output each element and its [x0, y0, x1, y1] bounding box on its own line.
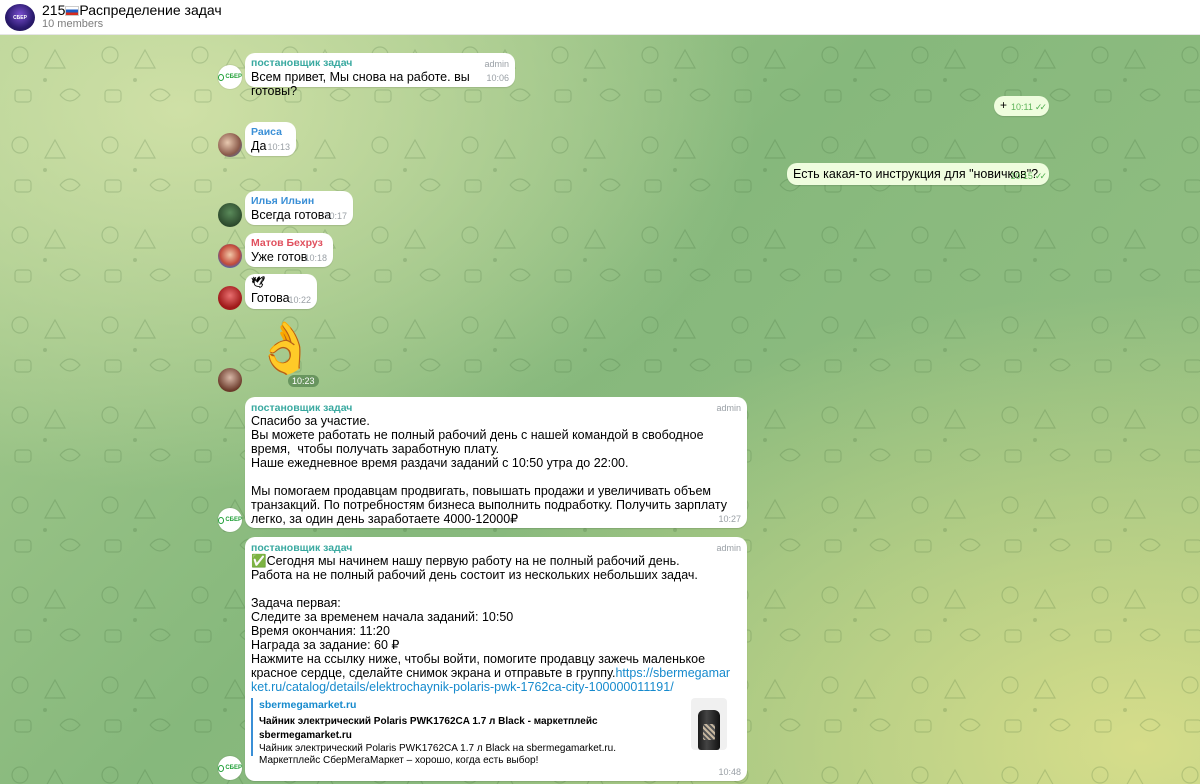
- message-time-text: 10:15: [1010, 171, 1033, 181]
- sender-avatar[interactable]: [218, 286, 242, 310]
- admin-badge: admin: [484, 59, 509, 69]
- message-bubble[interactable]: постановщик задач admin ✅Сегодня мы начи…: [245, 537, 747, 781]
- message-time: 10:06: [486, 73, 509, 83]
- sender-name[interactable]: постановщик задач: [251, 402, 352, 414]
- preview-site[interactable]: sbermegamarket.ru: [259, 698, 731, 712]
- sender-avatar[interactable]: [218, 244, 242, 268]
- message-text: Всем привет, Мы снова на работе. вы гото…: [251, 70, 474, 98]
- message-bubble[interactable]: постановщик задач admin Спасибо за участ…: [245, 397, 747, 528]
- admin-badge: admin: [716, 403, 741, 413]
- message-text: +: [1000, 98, 1008, 112]
- sender-avatar[interactable]: СБЕР: [218, 65, 242, 89]
- chat-header[interactable]: СБЕР 215 Распределение задач 10 members: [0, 0, 1200, 35]
- chat-title: 215 Распределение задач: [42, 2, 222, 18]
- link-preview[interactable]: sbermegamarket.ru Чайник электрический P…: [251, 698, 731, 766]
- message-body: ✅Сегодня мы начинем нашу первую работу н…: [251, 554, 731, 766]
- sender-avatar[interactable]: СБЕР: [218, 756, 242, 780]
- read-ticks-icon: ✓✓: [1034, 171, 1047, 181]
- message-time: 10:27: [718, 514, 741, 524]
- admin-badge: admin: [716, 543, 741, 553]
- message-time: 10:15 ✓✓: [1010, 169, 1047, 183]
- message-time: 10:48: [718, 767, 741, 777]
- sender-name[interactable]: Матов Бехруз: [251, 237, 323, 249]
- sender-name[interactable]: 🕊: [251, 277, 265, 289]
- message-bubble[interactable]: 🕊 Готова 10:22: [245, 274, 317, 309]
- message-bubble[interactable]: Матов Бехруз Уже готов 10:18: [245, 233, 333, 267]
- message-time: 10:11 ✓✓: [1011, 100, 1047, 114]
- preview-title: Чайник электрический Polaris PWK1762CA 1…: [259, 716, 598, 741]
- message-time: 10:22: [288, 295, 311, 305]
- message-bubble[interactable]: Илья Ильин Всегда готова 10:17: [245, 191, 353, 225]
- message-text: Да: [251, 139, 267, 153]
- chat-title-prefix: 215: [42, 2, 66, 18]
- outgoing-message-bubble[interactable]: + 10:11 ✓✓: [994, 96, 1049, 116]
- sender-avatar[interactable]: [218, 133, 242, 157]
- message-text: Есть какая-то инструкция для "новичков"?: [793, 167, 1039, 181]
- kettle-product-image[interactable]: [691, 698, 727, 750]
- message-time: 10:17: [324, 211, 347, 221]
- member-count: 10 members: [42, 18, 104, 30]
- sender-avatar[interactable]: [218, 368, 242, 392]
- sender-avatar[interactable]: СБЕР: [218, 508, 242, 532]
- message-time-text: 10:11: [1011, 102, 1033, 112]
- message-time: 10:13: [267, 142, 290, 152]
- sender-name[interactable]: Раиса: [251, 126, 282, 138]
- sender-name[interactable]: постановщик задач: [251, 57, 352, 69]
- preview-description: Чайник электрический Polaris PWK1762CA 1…: [259, 743, 617, 766]
- message-bubble[interactable]: постановщик задач admin Всем привет, Мы …: [245, 53, 515, 98]
- russian-flag-icon: [65, 6, 80, 16]
- group-avatar-text: СБЕР: [13, 14, 27, 21]
- sender-name[interactable]: постановщик задач: [251, 542, 352, 554]
- chat-title-text: Распределение задач: [79, 2, 222, 18]
- message-time: 10:23: [288, 375, 319, 387]
- message-text: Готова: [251, 291, 290, 305]
- sender-name[interactable]: Илья Ильин: [251, 195, 314, 207]
- sender-avatar[interactable]: [218, 203, 242, 227]
- message-bubble[interactable]: Раиса Да 10:13: [245, 122, 296, 156]
- outgoing-message-bubble[interactable]: Есть какая-то инструкция для "новичков"?…: [787, 163, 1049, 185]
- read-ticks-icon: ✓✓: [1034, 102, 1047, 112]
- message-time: 10:18: [304, 253, 327, 263]
- message-text: ✅Сегодня мы начинем нашу первую работу н…: [251, 554, 706, 680]
- group-avatar[interactable]: СБЕР: [5, 4, 35, 31]
- message-text: Всегда готова: [251, 208, 332, 222]
- message-text: Уже готов: [251, 250, 308, 264]
- ok-hand-sticker[interactable]: 👌: [254, 318, 316, 380]
- message-text: Спасибо за участие. Вы можете работать н…: [251, 414, 727, 526]
